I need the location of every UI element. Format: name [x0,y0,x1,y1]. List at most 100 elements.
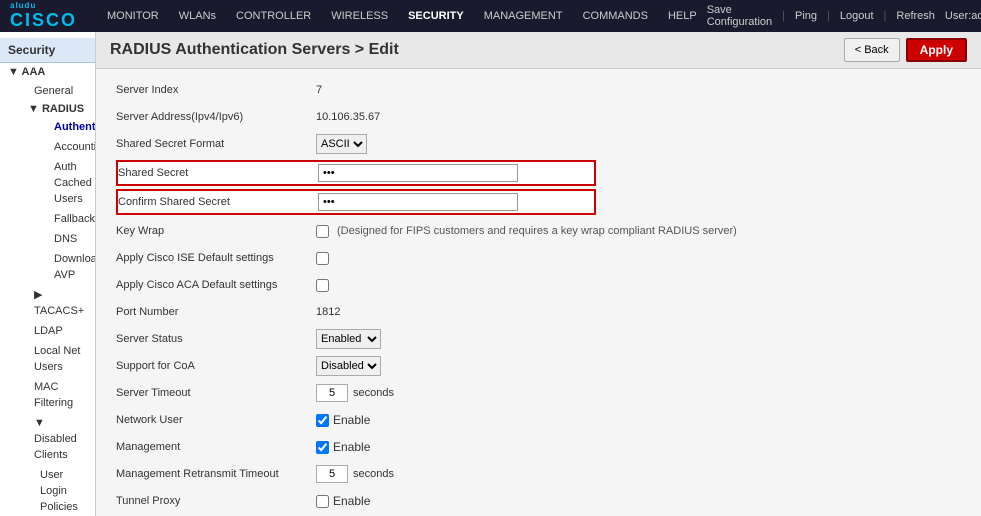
sidebar-item-general[interactable]: General [14,81,95,101]
server-timeout-input[interactable] [316,384,348,402]
support-coa-select[interactable]: Disabled Enabled [316,356,381,376]
key-wrap-description: (Designed for FIPS customers and require… [337,225,737,237]
back-button[interactable]: < Back [844,38,900,62]
network-user-checkbox[interactable] [316,414,329,427]
sidebar-item-user-login-policies[interactable]: User Login Policies [14,465,95,516]
management-checkbox-row: Enable [316,440,370,454]
server-index-label: Server Index [116,84,316,96]
nav-security[interactable]: SECURITY [398,0,474,32]
confirm-shared-secret-label: Confirm Shared Secret [118,196,318,208]
support-coa-label: Support for CoA [116,360,316,372]
key-wrap-checkbox-row: (Designed for FIPS customers and require… [316,225,737,238]
nav-wlans[interactable]: WLANs [169,0,226,32]
nav-commands[interactable]: COMMANDS [573,0,658,32]
nav-management[interactable]: MANAGEMENT [474,0,573,32]
shared-secret-format-label: Shared Secret Format [116,138,316,150]
main-layout: Security ▼ AAA General ▼ RADIUS Authenti… [0,32,981,516]
sidebar-sub-aaa: General ▼ RADIUS Authentication Accounti… [0,81,95,516]
mgmt-retransmit-unit: seconds [353,468,394,480]
server-address-row: Server Address(Ipv4/Ipv6) 10.106.35.67 [116,106,961,128]
apply-cisco-ise-checkbox[interactable] [316,252,329,265]
save-configuration-link[interactable]: Save Configuration [707,4,772,28]
sidebar-item-disabled-clients[interactable]: ▼ Disabled Clients [14,413,95,465]
sidebar-item-mac-filtering[interactable]: MAC Filtering [14,377,95,413]
apply-cisco-ise-label: Apply Cisco ISE Default settings [116,252,316,264]
header-buttons: < Back Apply [844,38,967,62]
server-address-label: Server Address(Ipv4/Ipv6) [116,111,316,123]
topbar: aludu CISCO MONITOR WLANs CONTROLLER WIR… [0,0,981,32]
content-header: RADIUS Authentication Servers > Edit < B… [96,32,981,69]
sidebar-group-aaa: ▼ AAA General ▼ RADIUS Authentication Ac… [0,63,95,516]
tunnel-proxy-checkbox[interactable] [316,495,329,508]
sidebar-item-authentication[interactable]: Authentication [28,117,95,137]
nav-controller[interactable]: CONTROLLER [226,0,321,32]
nav-help[interactable]: HELP [658,0,707,32]
key-wrap-label: Key Wrap [116,225,316,237]
management-enable-label: Enable [333,440,370,454]
page-title: RADIUS Authentication Servers > Edit [110,41,399,59]
content-area: RADIUS Authentication Servers > Edit < B… [96,32,981,516]
sidebar-item-radius[interactable]: ▼ RADIUS [14,101,95,117]
sidebar-item-fallback[interactable]: Fallback [28,209,95,229]
server-index-row: Server Index 7 [116,79,961,101]
tunnel-proxy-label: Tunnel Proxy [116,495,316,507]
ping-link[interactable]: Ping [795,10,817,22]
server-timeout-label: Server Timeout [116,387,316,399]
sidebar-item-tacacs[interactable]: ▶ TACACS+ [14,285,95,321]
logout-link[interactable]: Logout [840,10,874,22]
shared-secret-highlighted-container: Shared Secret [116,160,596,186]
sidebar-section-title: Security [0,38,95,63]
network-user-row: Network User Enable [116,409,961,431]
apply-cisco-aca-checkbox[interactable] [316,279,329,292]
apply-cisco-aca-row: Apply Cisco ACA Default settings [116,274,961,296]
sidebar-item-aaa[interactable]: ▼ AAA [0,63,95,81]
server-timeout-row: Server Timeout seconds [116,382,961,404]
shared-secret-format-row: Shared Secret Format ASCII Hex [116,133,961,155]
sidebar-item-dns[interactable]: DNS [28,229,95,249]
network-user-enable-label: Enable [333,413,370,427]
key-wrap-checkbox[interactable] [316,225,329,238]
server-status-row: Server Status Enabled Disabled [116,328,961,350]
sidebar-item-ldap[interactable]: LDAP [14,321,95,341]
mgmt-retransmit-row: Management Retransmit Timeout seconds [116,463,961,485]
cisco-logo: aludu CISCO [10,1,77,31]
shared-secret-input[interactable] [318,164,518,182]
apply-cisco-aca-label: Apply Cisco ACA Default settings [116,279,316,291]
tunnel-proxy-row: Tunnel Proxy Enable [116,490,961,512]
port-number-label: Port Number [116,306,316,318]
confirm-shared-secret-highlighted-container: Confirm Shared Secret [116,189,596,215]
sidebar-item-accounting[interactable]: Accounting [28,137,95,157]
apply-button[interactable]: Apply [906,38,967,62]
nav-monitor[interactable]: MONITOR [97,0,169,32]
topbar-actions: Save Configuration | Ping | Logout | Ref… [707,4,981,29]
apply-cisco-ise-row: Apply Cisco ISE Default settings [116,247,961,269]
key-wrap-row: Key Wrap (Designed for FIPS customers an… [116,220,961,242]
sidebar-item-local-net-users[interactable]: Local Net Users [14,341,95,377]
shared-secret-format-select[interactable]: ASCII Hex [316,134,367,154]
management-checkbox[interactable] [316,441,329,454]
server-status-label: Server Status [116,333,316,345]
server-timeout-unit: seconds [353,387,394,399]
server-status-select[interactable]: Enabled Disabled [316,329,381,349]
confirm-shared-secret-input[interactable] [318,193,518,211]
tunnel-proxy-checkbox-row: Enable [316,494,370,508]
sidebar-sub-radius: Authentication Accounting Auth Cached Us… [14,117,95,285]
refresh-link[interactable]: Refresh [896,10,935,22]
form-area: Server Index 7 Server Address(Ipv4/Ipv6)… [96,69,981,516]
management-row: Management Enable [116,436,961,458]
tunnel-proxy-enable-label: Enable [333,494,370,508]
sidebar-item-downloaded-avp[interactable]: Downloaded AVP [28,249,95,285]
network-user-label: Network User [116,414,316,426]
shared-secret-label: Shared Secret [118,167,318,179]
port-number-row: Port Number 1812 [116,301,961,323]
network-user-checkbox-row: Enable [316,413,370,427]
port-number-value: 1812 [316,306,340,318]
mgmt-retransmit-input[interactable] [316,465,348,483]
nav-wireless[interactable]: WIRELESS [321,0,398,32]
server-address-value: 10.106.35.67 [316,111,380,123]
mgmt-retransmit-label: Management Retransmit Timeout [116,468,316,480]
sidebar-item-auth-cached-users[interactable]: Auth Cached Users [28,157,95,209]
topbar-nav: aludu CISCO MONITOR WLANs CONTROLLER WIR… [10,0,707,32]
support-coa-row: Support for CoA Disabled Enabled [116,355,961,377]
server-index-value: 7 [316,84,322,96]
